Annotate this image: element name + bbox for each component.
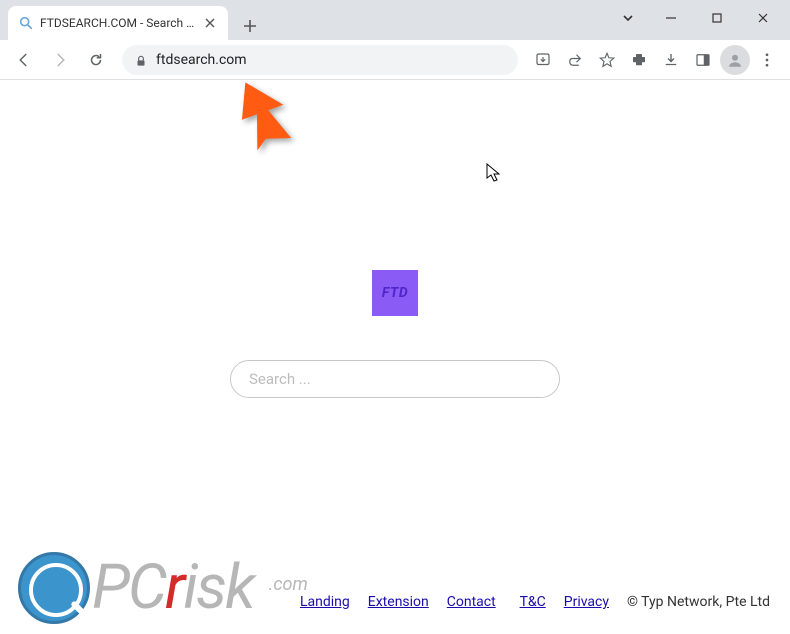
bookmark-star-icon[interactable] [592, 45, 622, 75]
watermark-text: PCrisk [92, 551, 267, 624]
footer-link-landing[interactable]: Landing [300, 594, 350, 610]
window-controls [612, 0, 786, 36]
pcrisk-watermark: PCrisk .com [18, 551, 308, 624]
share-icon[interactable] [560, 45, 590, 75]
window-minimize-button[interactable] [648, 2, 694, 34]
extensions-icon[interactable] [624, 45, 654, 75]
tab-title: FTDSEARCH.COM - Search Anyth [40, 16, 196, 30]
watermark-dotcom: .com [269, 574, 308, 595]
window-close-button[interactable] [740, 2, 786, 34]
tab-close-icon[interactable] [202, 15, 218, 31]
site-logo: FTD [372, 270, 418, 316]
window-maximize-button[interactable] [694, 2, 740, 34]
install-icon[interactable] [528, 45, 558, 75]
browser-chrome: FTDSEARCH.COM - Search Anyth [0, 0, 790, 80]
footer-link-privacy[interactable]: Privacy [564, 594, 609, 610]
tab-search-dropdown-icon[interactable] [612, 2, 644, 34]
downloads-icon[interactable] [656, 45, 686, 75]
tab-favicon-search-icon [18, 15, 34, 31]
footer-links-left: Landing Extension Contact [300, 594, 496, 610]
search-container [230, 360, 560, 398]
back-button[interactable] [8, 44, 40, 76]
footer-copyright: © Typ Network, Pte Ltd [627, 594, 770, 610]
lock-icon [134, 53, 148, 67]
logo-text: FTD [372, 270, 418, 316]
watermark-prefix: PC [92, 551, 165, 624]
address-bar[interactable]: ftdsearch.com [122, 45, 518, 75]
tab-strip: FTDSEARCH.COM - Search Anyth [0, 0, 790, 40]
browser-tab[interactable]: FTDSEARCH.COM - Search Anyth [8, 6, 228, 40]
sidepanel-icon[interactable] [688, 45, 718, 75]
menu-dots-icon[interactable] [752, 45, 782, 75]
url-text: ftdsearch.com [156, 52, 247, 68]
search-input[interactable] [230, 360, 560, 398]
footer-link-extension[interactable]: Extension [368, 594, 429, 610]
forward-button[interactable] [44, 44, 76, 76]
footer-right: T&C Privacy © Typ Network, Pte Ltd [520, 594, 770, 610]
page-viewport: FTD Landing Extension Contact T&C Privac… [0, 80, 790, 634]
watermark-accent: r [165, 551, 183, 624]
watermark-magnifier-icon [18, 552, 90, 624]
toolbar-right [528, 45, 782, 75]
profile-avatar-icon[interactable] [720, 45, 750, 75]
new-tab-button[interactable] [236, 12, 264, 40]
watermark-suffix: isk [183, 551, 253, 624]
footer-link-tc[interactable]: T&C [520, 594, 546, 610]
browser-toolbar: ftdsearch.com [0, 40, 790, 80]
footer-link-contact[interactable]: Contact [447, 594, 496, 610]
reload-button[interactable] [80, 44, 112, 76]
